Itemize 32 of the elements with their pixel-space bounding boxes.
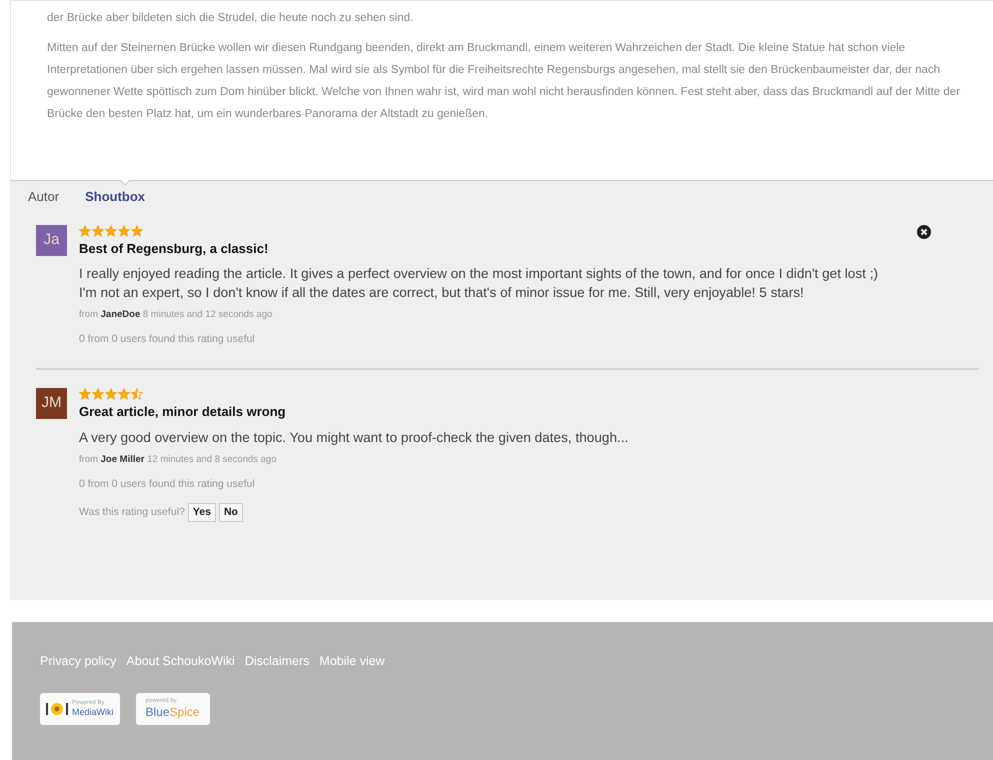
star-icon xyxy=(118,388,130,400)
star-icon xyxy=(105,388,117,400)
rating-text: I'm not an expert, so I don't know if all the dates are correct, but that's of minor issue for me. Still, very enjoyable! 5 stars! xyxy=(79,284,805,302)
usefulness-count: 0 from 0 users found this rating useful xyxy=(79,476,256,492)
vote-button[interactable]: Yes xyxy=(188,502,216,522)
close-icon[interactable] xyxy=(917,224,931,238)
vote-button[interactable]: No xyxy=(218,502,243,522)
usefulness-count: 0 from 0 users found this rating useful xyxy=(79,332,256,348)
article-paragraph: Mitten auf der Steinernen Brücke wollen wir diesen Rundgang beenden, direkt am Bruckmandl, einem weiteren Wahrzeichen der Stadt. Die kleine Statue hat schon viele Interpretationen über sich ergehen lassen müssen. Mal wird sie als Symbol für die Freiheitsrechte Regensburgs angesehen, mal stellt sie den Brückenbaumeister dar, der nach gewonnener Wette spöttisch zum Dom hinüber blickt. Welche von Ihnen wahr ist, wird man wohl nicht herausfinden können. Fest steht aber, dass das Bruckmandl auf der Mitte der Brücke den besten Platz hat, um ein wunderbares Panorama der Altstadt zu genießen. xyxy=(47,41,962,122)
rating-title: Great article, minor details wrong xyxy=(79,403,287,421)
badge-wordmark: BlueSpice xyxy=(146,705,200,720)
star-icon xyxy=(131,224,143,236)
rating-byline: from Joe Miller 12 minutes and 8 seconds ago xyxy=(79,452,278,466)
avatar: JM xyxy=(36,388,67,419)
article-paragraph: der Brücke aber bildeten sich die Strudel, die heute noch zu sehen sind. xyxy=(47,11,414,26)
rating-text: A very good overview on the topic. You might want to proof-check the given dates, though... xyxy=(79,428,630,446)
star-icon xyxy=(79,388,91,400)
star-icon xyxy=(92,388,104,400)
tab[interactable]: Autor xyxy=(28,187,60,206)
vote-prompt: Was this rating useful? xyxy=(79,504,185,520)
star-icon xyxy=(105,224,117,236)
star-icon xyxy=(79,224,91,236)
tab[interactable]: Shoutbox xyxy=(85,187,146,206)
flower-icon xyxy=(46,700,68,717)
rating-byline: from JaneDoe 8 minutes and 12 seconds ago xyxy=(79,308,274,322)
star-icon xyxy=(92,224,104,236)
rating-title: Best of Regensburg, a classic! xyxy=(79,240,270,258)
rating-text: I really enjoyed reading the article. It gives a perfect overview on the most important sights of the town, and for once I didn't get lost ;) xyxy=(79,265,880,283)
half-star-icon xyxy=(131,388,143,400)
badge-wordmark: MediaWiki xyxy=(72,707,114,718)
star-icon xyxy=(118,224,130,236)
avatar: Ja xyxy=(36,224,67,256)
